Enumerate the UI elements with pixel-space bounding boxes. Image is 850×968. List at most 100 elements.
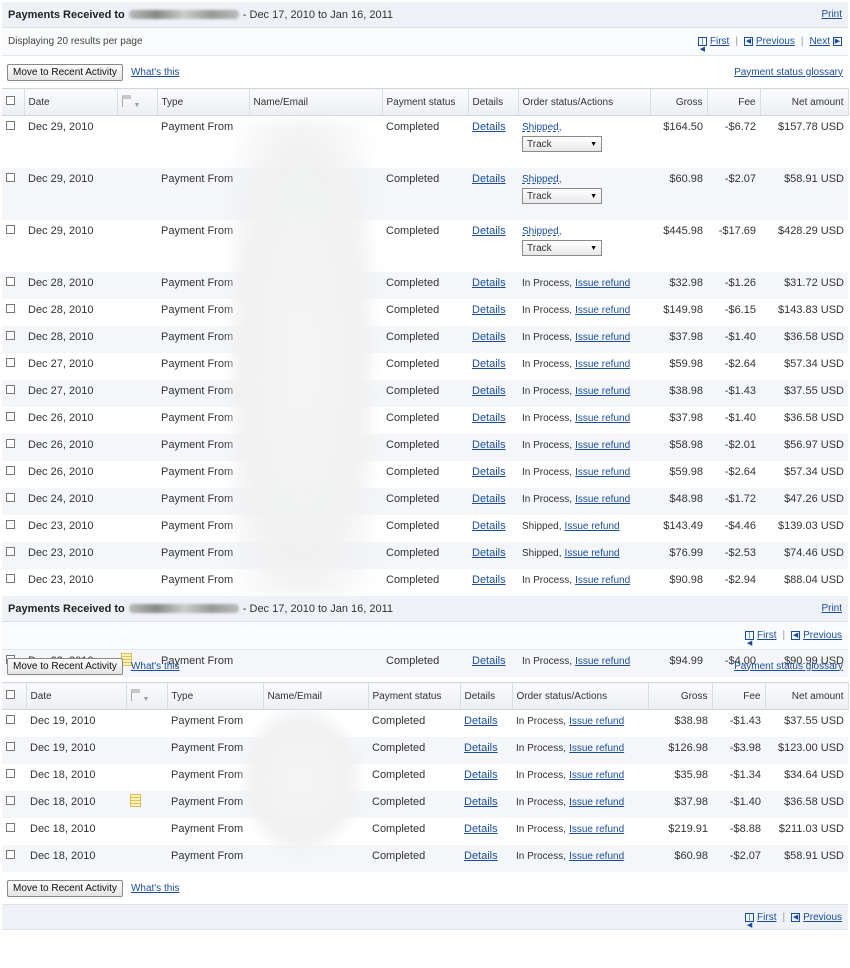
flag-cell[interactable] (117, 569, 157, 596)
row-select-cell[interactable] (2, 461, 24, 488)
flag-cell[interactable] (126, 710, 167, 738)
row-checkbox[interactable] (6, 358, 15, 367)
col-type[interactable]: Type (167, 682, 264, 710)
flag-cell[interactable] (126, 845, 167, 872)
order-status-link[interactable]: Shipped, (522, 122, 561, 133)
move-to-recent-activity-button-bottom[interactable]: Move to Recent Activity (7, 879, 123, 897)
row-select-cell[interactable] (2, 569, 24, 596)
details-link[interactable]: Details (472, 304, 506, 316)
issue-refund-link[interactable]: Issue refund (565, 548, 620, 559)
details-link[interactable]: Details (472, 439, 506, 451)
whats-this-link-bottom[interactable]: What's this (131, 883, 180, 894)
row-checkbox[interactable] (6, 493, 15, 502)
details-link[interactable]: Details (464, 796, 498, 808)
track-select[interactable]: Track ▼ (522, 240, 602, 256)
flag-cell[interactable] (117, 515, 157, 542)
col-status[interactable]: Payment status (368, 682, 461, 710)
issue-refund-link[interactable]: Issue refund (569, 824, 624, 835)
details-link[interactable]: Details (464, 742, 498, 754)
order-status-link[interactable]: Shipped, (522, 226, 561, 237)
issue-refund-link[interactable]: Issue refund (569, 743, 624, 754)
issue-refund-link[interactable]: Issue refund (575, 494, 630, 505)
col-fee[interactable]: Fee (707, 88, 761, 116)
flag-cell[interactable] (117, 353, 157, 380)
issue-refund-link[interactable]: Issue refund (575, 332, 630, 343)
first-page-icon[interactable]: |◀ (745, 631, 755, 647)
flag-cell[interactable] (117, 299, 157, 326)
track-select[interactable]: Track ▼ (522, 136, 602, 152)
row-select-cell[interactable] (2, 380, 24, 407)
select-all-cell[interactable] (2, 88, 25, 116)
first-page-link[interactable]: First (757, 912, 776, 923)
col-net[interactable]: Net amount (765, 682, 849, 710)
flag-cell[interactable] (117, 461, 157, 488)
row-checkbox[interactable] (6, 520, 15, 529)
previous-page-icon[interactable]: ◀ (743, 37, 753, 46)
issue-refund-link[interactable]: Issue refund (575, 467, 630, 478)
col-status[interactable]: Payment status (382, 88, 469, 116)
flag-cell[interactable] (117, 488, 157, 515)
col-flag[interactable]: ▼ (117, 88, 158, 116)
row-checkbox[interactable] (6, 796, 15, 805)
flag-cell[interactable] (126, 737, 167, 764)
col-type[interactable]: Type (157, 88, 250, 116)
row-checkbox[interactable] (6, 742, 15, 751)
previous-page-link[interactable]: Previous (803, 630, 842, 641)
col-date[interactable]: Date (26, 682, 127, 710)
row-checkbox[interactable] (6, 439, 15, 448)
flag-cell[interactable] (117, 220, 157, 272)
issue-refund-link[interactable]: Issue refund (575, 359, 630, 370)
flag-cell[interactable] (117, 434, 157, 461)
print-link[interactable]: Print (821, 9, 842, 20)
flag-cell[interactable] (126, 818, 167, 845)
print-link[interactable]: Print (821, 603, 842, 614)
select-all-checkbox[interactable] (6, 690, 15, 699)
details-link[interactable]: Details (464, 823, 498, 835)
whats-this-link[interactable]: What's this (131, 67, 180, 78)
first-page-link[interactable]: First (757, 630, 776, 641)
row-select-cell[interactable] (2, 353, 24, 380)
details-link[interactable]: Details (472, 547, 506, 559)
col-date[interactable]: Date (24, 88, 118, 116)
previous-page-link[interactable]: Previous (803, 912, 842, 923)
flag-cell[interactable] (126, 791, 167, 818)
row-select-cell[interactable] (2, 407, 24, 434)
row-checkbox[interactable] (6, 412, 15, 421)
details-link[interactable]: Details (472, 493, 506, 505)
col-fee[interactable]: Fee (712, 682, 766, 710)
row-checkbox[interactable] (6, 121, 15, 130)
row-select-cell[interactable] (2, 272, 24, 299)
flag-cell[interactable] (117, 326, 157, 353)
details-link[interactable]: Details (472, 385, 506, 397)
row-select-cell[interactable] (2, 116, 24, 169)
first-page-icon[interactable]: |◀ (697, 37, 707, 53)
issue-refund-link[interactable]: Issue refund (575, 386, 630, 397)
order-status-link[interactable]: Shipped, (522, 174, 561, 185)
track-select[interactable]: Track ▼ (522, 188, 602, 204)
col-name[interactable]: Name/Email (249, 88, 383, 116)
previous-page-link[interactable]: Previous (756, 36, 795, 47)
details-link[interactable]: Details (472, 225, 506, 237)
row-checkbox[interactable] (6, 547, 15, 556)
details-link[interactable]: Details (464, 715, 498, 727)
row-select-cell[interactable] (2, 845, 26, 872)
row-checkbox[interactable] (6, 850, 15, 859)
row-select-cell[interactable] (2, 737, 26, 764)
first-page-link[interactable]: First (710, 36, 729, 47)
payment-status-glossary-link[interactable]: Payment status glossary (734, 661, 843, 672)
row-select-cell[interactable] (2, 299, 24, 326)
issue-refund-link[interactable]: Issue refund (575, 413, 630, 424)
issue-refund-link[interactable]: Issue refund (565, 521, 620, 532)
row-select-cell[interactable] (2, 434, 24, 461)
row-checkbox[interactable] (6, 574, 15, 583)
note-icon[interactable] (130, 794, 141, 807)
details-link[interactable]: Details (472, 358, 506, 370)
next-page-link[interactable]: Next (809, 36, 830, 47)
next-page-icon[interactable]: ▶ (833, 37, 842, 46)
issue-refund-link[interactable]: Issue refund (569, 770, 624, 781)
previous-page-icon[interactable]: ◀ (791, 631, 801, 640)
flag-cell[interactable] (117, 407, 157, 434)
row-checkbox[interactable] (6, 225, 15, 234)
row-checkbox[interactable] (6, 769, 15, 778)
details-link[interactable]: Details (472, 173, 506, 185)
